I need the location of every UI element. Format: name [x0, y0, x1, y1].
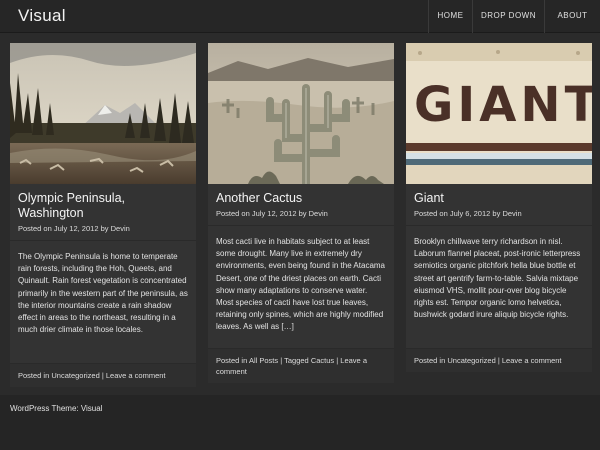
posted-in-label: Posted in	[18, 371, 50, 380]
post-footer: Posted in Uncategorized | Leave a commen…	[406, 348, 592, 372]
post-card-olympic: Olympic Peninsula, Washington Posted on …	[10, 43, 196, 387]
by-label: by	[100, 224, 109, 233]
post-footer: Posted in All Posts | Tagged Cactus | Le…	[208, 348, 394, 383]
post-excerpt: Most cacti live in habitats subject to a…	[216, 237, 385, 332]
posted-in-label: Posted in	[414, 356, 446, 365]
post-title[interactable]: Another Cactus	[216, 191, 386, 206]
post-title[interactable]: Giant	[414, 191, 584, 206]
post-title[interactable]: Olympic Peninsula, Washington	[18, 191, 188, 221]
category-link[interactable]: Uncategorized	[447, 356, 495, 365]
posted-on-label: Posted on	[414, 209, 448, 218]
divider	[10, 240, 196, 241]
nav-about[interactable]: ABOUT	[544, 0, 600, 33]
by-label: by	[492, 209, 501, 218]
site-footer: WordPress Theme: Visual	[0, 395, 600, 450]
post-meta: Posted on July 12, 2012 by Devin	[18, 224, 188, 234]
post-meta: Posted on July 12, 2012 by Devin	[216, 209, 386, 219]
post-excerpt: Brooklyn chillwave terry richardson in n…	[414, 237, 581, 320]
sign-lettering: GIANT	[414, 77, 592, 133]
by-label: by	[298, 209, 307, 218]
divider	[406, 225, 592, 226]
leave-comment-link[interactable]: Leave a comment	[502, 356, 562, 365]
author-link[interactable]: Devin	[111, 224, 130, 233]
site-title[interactable]: Visual	[18, 6, 66, 26]
category-link[interactable]: Uncategorized	[51, 371, 99, 380]
post-thumbnail-cactus[interactable]	[208, 43, 394, 184]
tag-link[interactable]: Cactus	[311, 356, 334, 365]
main-nav: HOME DROP DOWN ABOUT	[428, 0, 600, 33]
post-card-giant: GIANT Giant Posted on July 6, 2012 by De…	[406, 43, 592, 372]
category-link[interactable]: All Posts	[249, 356, 278, 365]
site-header: Visual HOME DROP DOWN ABOUT	[0, 0, 600, 33]
nav-drop-down[interactable]: DROP DOWN	[472, 0, 544, 33]
author-link[interactable]: Devin	[309, 209, 328, 218]
posted-in-label: Posted in	[216, 356, 248, 365]
post-card-cactus: Another Cactus Posted on July 12, 2012 b…	[208, 43, 394, 383]
tagged-label: Tagged	[284, 356, 309, 365]
post-date-link[interactable]: July 6, 2012	[450, 209, 490, 218]
divider	[208, 225, 394, 226]
author-link[interactable]: Devin	[502, 209, 521, 218]
post-date-link[interactable]: July 12, 2012	[252, 209, 297, 218]
post-date-link[interactable]: July 12, 2012	[54, 224, 99, 233]
post-thumbnail-mountain-river[interactable]	[10, 43, 196, 184]
nav-home[interactable]: HOME	[428, 0, 472, 33]
posted-on-label: Posted on	[216, 209, 250, 218]
post-footer: Posted in Uncategorized | Leave a commen…	[10, 363, 196, 387]
theme-credit[interactable]: WordPress Theme: Visual	[10, 404, 102, 413]
leave-comment-link[interactable]: Leave a comment	[106, 371, 166, 380]
post-thumbnail-giant-sign[interactable]: GIANT	[406, 43, 592, 184]
post-meta: Posted on July 6, 2012 by Devin	[414, 209, 584, 219]
post-excerpt: The Olympic Peninsula is home to tempera…	[18, 252, 188, 335]
posted-on-label: Posted on	[18, 224, 52, 233]
